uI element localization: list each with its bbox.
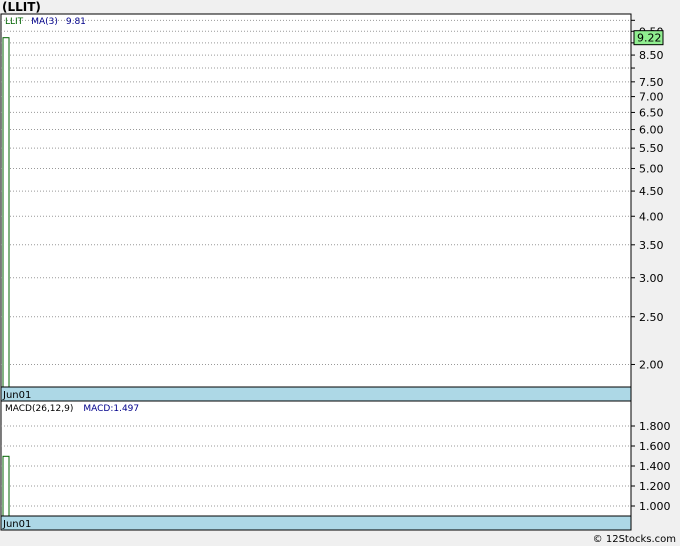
price-tick-label: 4.00 <box>639 210 664 223</box>
macd-plot-area <box>0 400 632 517</box>
price-tick-label: 5.00 <box>639 163 664 176</box>
macd-date-label: Jun01 <box>2 519 31 530</box>
macd-tick-label: 1.000 <box>639 500 671 513</box>
legend-symbol: LLIT <box>5 17 24 27</box>
price-tick-label: 2.50 <box>639 311 664 324</box>
price-tick-label: 7.00 <box>639 91 664 104</box>
price-panel: 9.508.507.507.006.506.005.505.004.504.00… <box>0 13 664 402</box>
footer-credit: © 12Stocks.com <box>592 534 676 545</box>
macd-legend-value: MACD:1.497 <box>83 404 139 414</box>
macd-date-band <box>0 515 632 531</box>
macd-legend-label: MACD(26,12,9) <box>5 404 73 414</box>
price-tick-label: 2.00 <box>639 358 664 371</box>
price-legend: LLIT MA(3) 9.81 <box>5 17 86 27</box>
macd-tick-label: 1.200 <box>639 480 671 493</box>
chart-canvas: 9.508.507.507.006.506.005.505.004.504.00… <box>0 13 671 531</box>
price-plot-area <box>0 13 632 388</box>
last-price-label: 9.22 <box>637 32 662 45</box>
macd-legend: MACD(26,12,9) MACD:1.497 <box>5 404 139 414</box>
price-tick-label: 8.50 <box>639 49 664 62</box>
macd-tick-label: 1.800 <box>639 420 671 433</box>
price-tick-label: 5.50 <box>639 142 664 155</box>
price-tick-label: 3.00 <box>639 272 664 285</box>
macd-tick-label: 1.600 <box>639 440 671 453</box>
price-tick-label: 6.50 <box>639 106 664 119</box>
macd-tick-label: 1.400 <box>639 460 671 473</box>
price-date-band <box>0 386 632 402</box>
price-tick-label: 3.50 <box>639 239 664 252</box>
price-bar <box>2 37 10 388</box>
macd-panel: 1.8001.6001.4001.2001.000MACD(26,12,9) MA… <box>0 400 671 531</box>
price-tick-label: 7.50 <box>639 76 664 89</box>
macd-bar <box>2 455 10 517</box>
legend-ma-label: MA(3) <box>31 17 58 27</box>
legend-ma-value: 9.81 <box>66 17 86 27</box>
price-date-label: Jun01 <box>2 390 31 401</box>
price-tick-label: 4.50 <box>639 185 664 198</box>
price-tick-label: 6.00 <box>639 124 664 137</box>
